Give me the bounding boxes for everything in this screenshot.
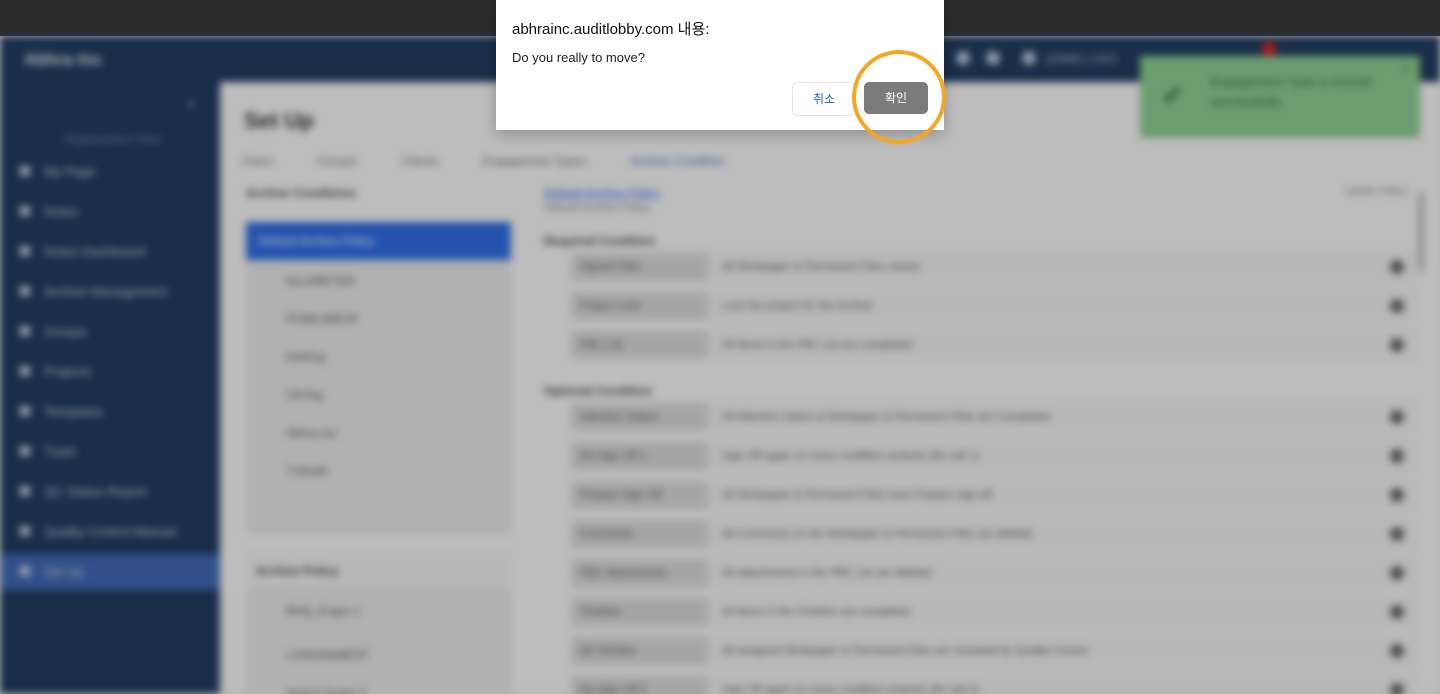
- modal-backdrop: [0, 36, 1440, 694]
- cancel-button[interactable]: 취소: [792, 82, 856, 116]
- dialog-message: Do you really to move?: [512, 50, 645, 65]
- confirm-dialog: abhrainc.auditlobby.com 내용: Do you reall…: [496, 0, 944, 130]
- dialog-title: abhrainc.auditlobby.com 내용:: [512, 21, 710, 38]
- confirm-button[interactable]: 확인: [864, 82, 928, 114]
